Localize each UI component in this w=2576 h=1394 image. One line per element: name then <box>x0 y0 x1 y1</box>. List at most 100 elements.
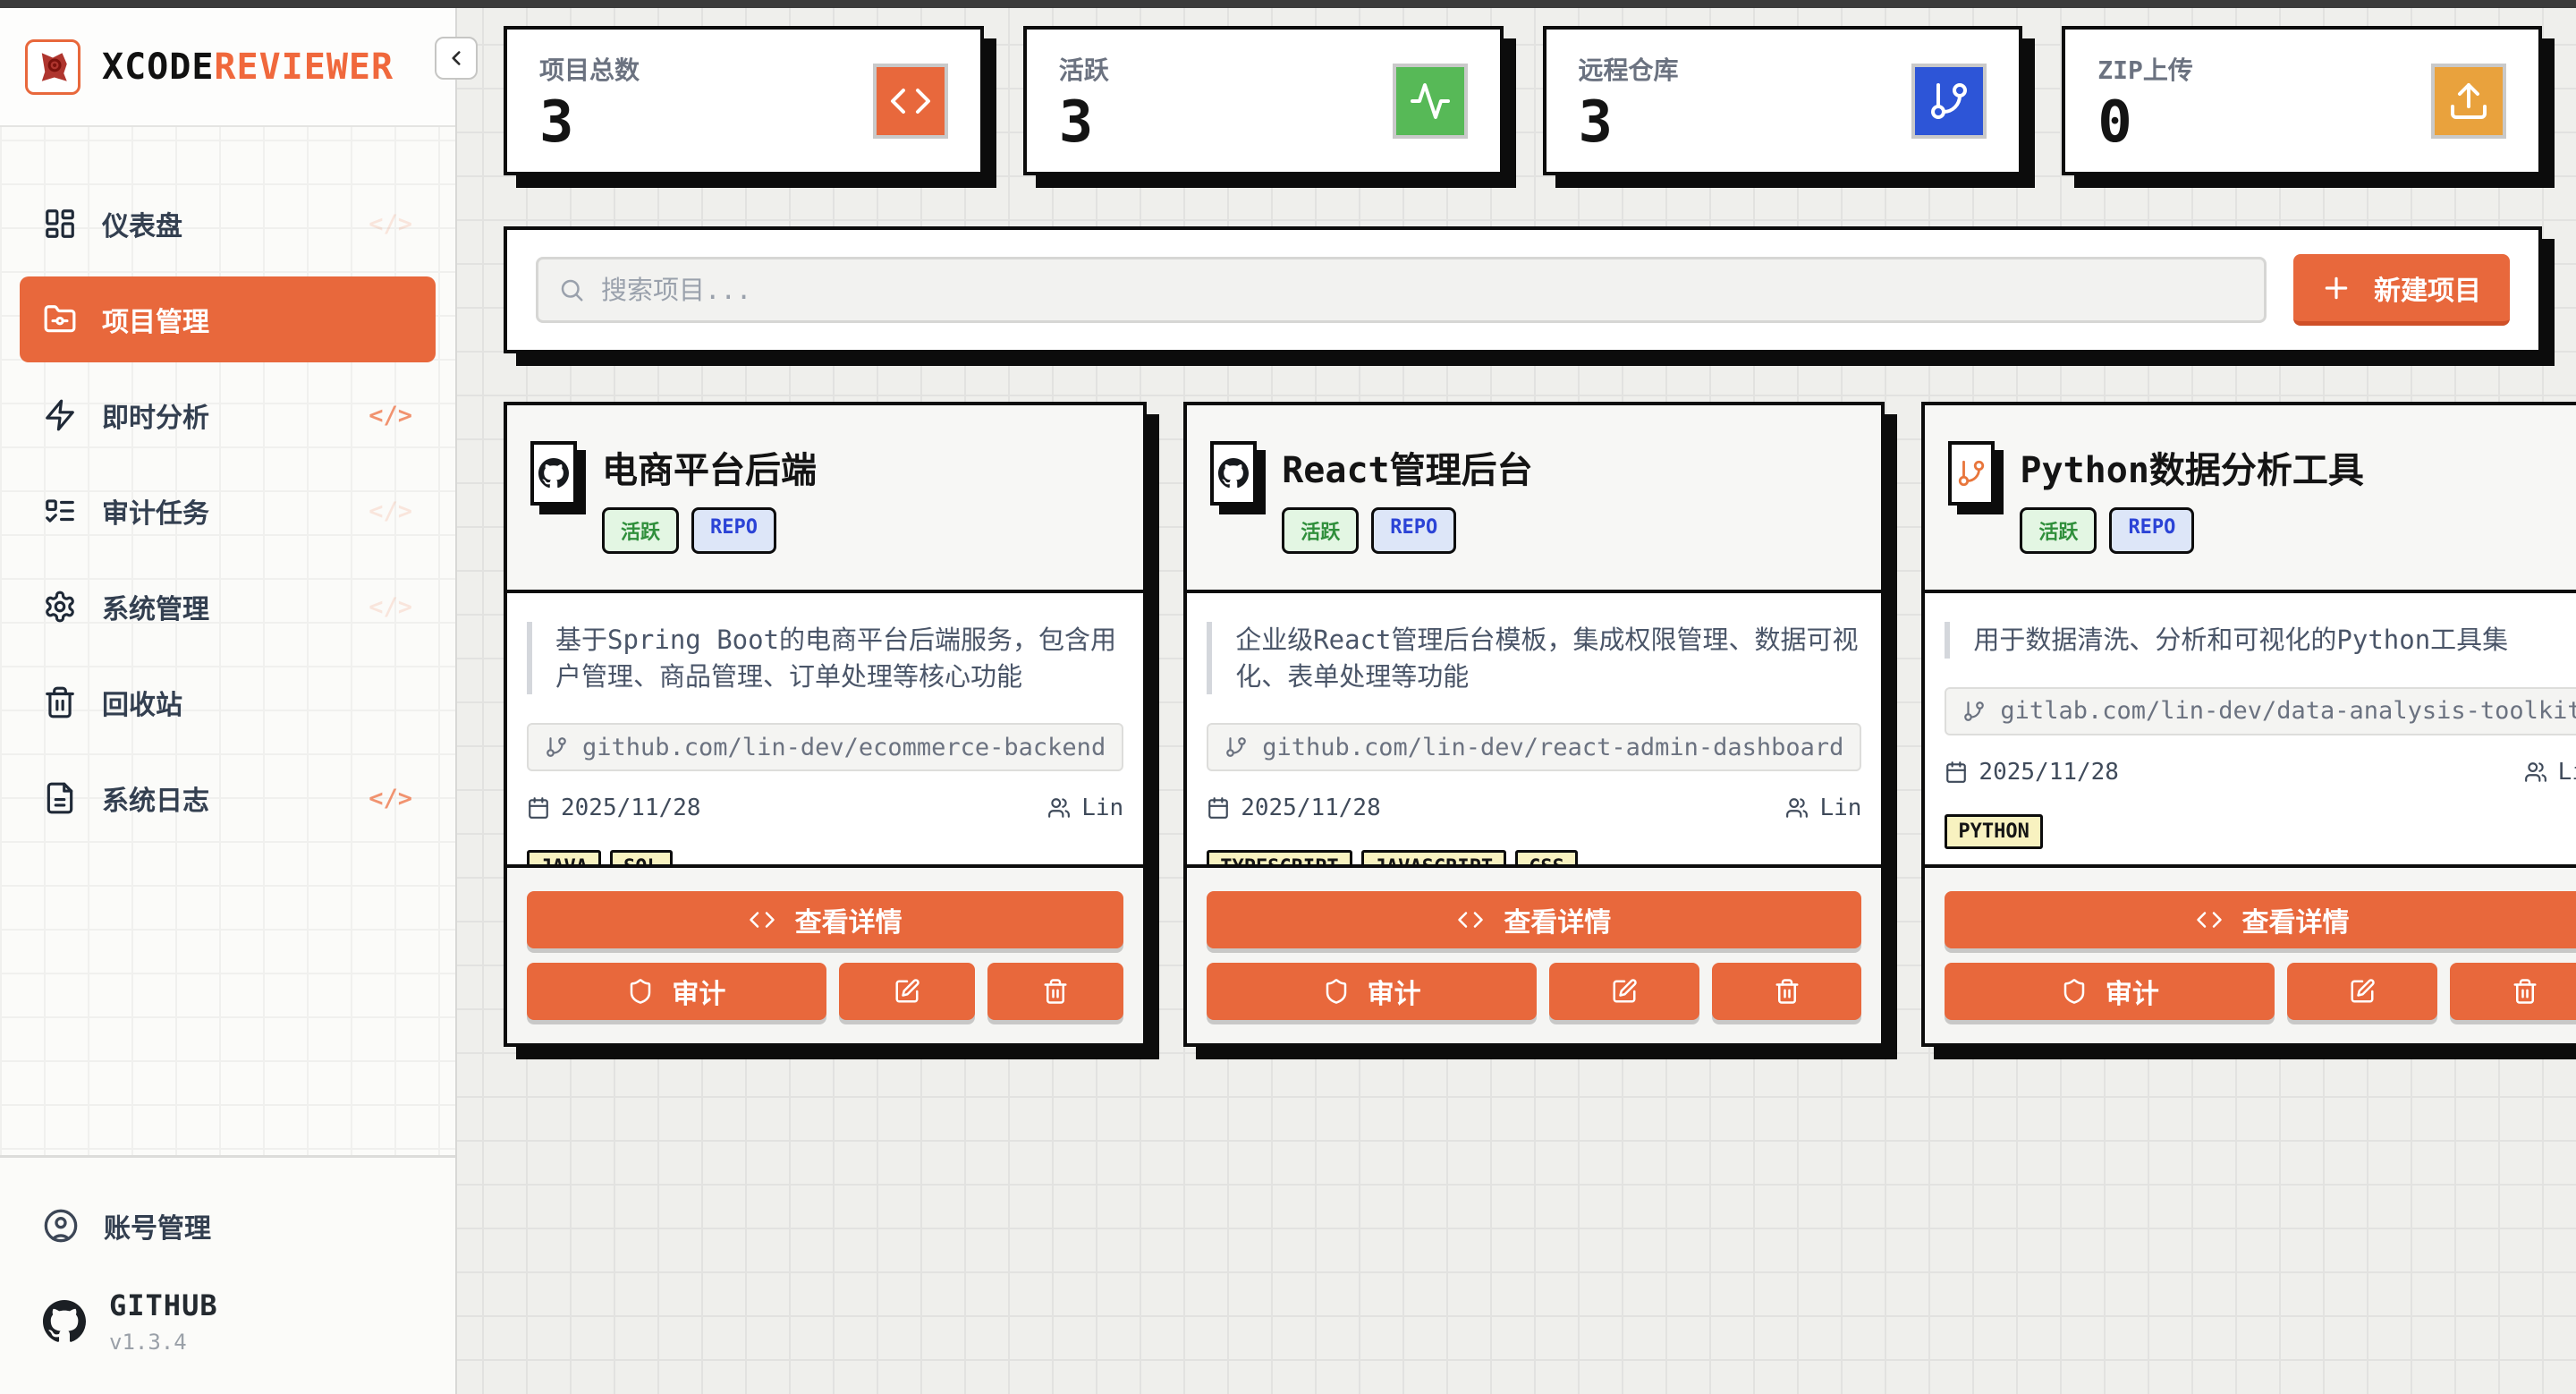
activity-icon <box>1393 64 1468 139</box>
brand-title: XCODEREVIEWER <box>102 47 394 88</box>
github-icon <box>43 1300 86 1343</box>
updated-date: 2025/11/28 <box>527 795 701 821</box>
stat-value: 3 <box>539 94 640 151</box>
view-details-button[interactable]: 查看详情 <box>1207 891 1861 948</box>
trash-icon <box>1042 978 1069 1005</box>
repo-url-box: github.com/lin-dev/react-admin-dashboard <box>1207 723 1861 771</box>
secondary-actions: 审计 <box>1945 963 2576 1020</box>
project-description: 基于Spring Boot的电商平台后端服务，包含用户管理、商品管理、订单处理等… <box>527 622 1123 694</box>
tag-row: PYTHON <box>1945 814 2576 849</box>
sidebar-footer: 账号管理 GITHUB v1.3.4 <box>0 1155 455 1394</box>
edit-icon <box>1611 978 1638 1005</box>
trash-icon <box>1774 978 1801 1005</box>
stat-value: 0 <box>2097 94 2193 151</box>
gear-icon <box>43 590 77 624</box>
sidebar-item-instant-analysis[interactable]: 即时分析 </> <box>20 372 436 458</box>
app-version: v1.3.4 <box>109 1330 218 1355</box>
stat-label: 活跃 <box>1059 51 1109 87</box>
trash-icon <box>2512 978 2538 1005</box>
edit-button[interactable] <box>1549 963 1699 1020</box>
project-card-header: 电商平台后端 活跃 REPO <box>507 405 1143 593</box>
project-card-grid: 电商平台后端 活跃 REPO 基于Spring Boot的电商平台后端服务，包含… <box>504 402 2542 1047</box>
sidebar-item-label: 系统日志 <box>102 778 209 818</box>
status-badge: 活跃 <box>602 507 679 554</box>
fox-origami-logo-icon <box>34 48 72 86</box>
audit-label: 审计 <box>1368 972 1421 1011</box>
sidebar-item-label: 系统管理 <box>102 587 209 626</box>
secondary-actions: 审计 <box>1207 963 1861 1020</box>
view-details-label: 查看详情 <box>1504 900 1611 939</box>
new-project-button[interactable]: 新建项目 <box>2293 254 2510 326</box>
stat-card-remote-repos: 远程仓库 3 <box>1543 26 2023 175</box>
project-card-body: 用于数据清洗、分析和可视化的Python工具集 gitlab.com/lin-d… <box>1925 593 2576 864</box>
sidebar-header: XCODEREVIEWER <box>0 8 455 127</box>
sidebar-item-dashboard[interactable]: 仪表盘 </> <box>20 181 436 267</box>
owner-name: Lin <box>1819 795 1861 821</box>
users-icon <box>1785 796 1809 820</box>
repo-url: gitlab.com/lin-dev/data-analysis-toolkit <box>2000 697 2576 725</box>
repo-url: github.com/lin-dev/ecommerce-backend <box>582 734 1106 761</box>
updated-date-value: 2025/11/28 <box>1241 795 1381 821</box>
code-icon <box>2196 906 2223 933</box>
status-badge: 活跃 <box>2020 507 2097 554</box>
edit-button[interactable] <box>839 963 975 1020</box>
sidebar-item-label: 即时分析 <box>102 395 209 435</box>
task-list-icon <box>43 494 77 528</box>
edit-icon <box>894 978 920 1005</box>
project-card-body: 企业级React管理后台模板，集成权限管理、数据可视化、表单处理等功能 gith… <box>1187 593 1881 864</box>
git-branch-icon <box>1948 441 1995 506</box>
badge-row: 活跃 REPO <box>602 507 817 554</box>
view-details-button[interactable]: 查看详情 <box>1945 891 2576 948</box>
repo-badge: REPO <box>691 507 776 554</box>
sidebar-item-label: 项目管理 <box>102 300 209 339</box>
sidebar-item-account[interactable]: 账号管理 <box>20 1188 436 1263</box>
language-tag: CSS <box>1515 850 1578 864</box>
view-details-button[interactable]: 查看详情 <box>527 891 1123 948</box>
code-icon <box>749 906 775 933</box>
view-details-label: 查看详情 <box>2242 900 2350 939</box>
app-page: XCODEREVIEWER 仪表盘 </> 项目管理 即时分析 </> 审计任务… <box>0 0 2576 1394</box>
code-icon <box>873 64 948 139</box>
project-card: Python数据分析工具 活跃 REPO 用于数据清洗、分析和可视化的Pytho… <box>1921 402 2576 1047</box>
project-card-footer: 查看详情 审计 <box>507 864 1143 1043</box>
sidebar-item-audit-tasks[interactable]: 审计任务 </> <box>20 468 436 554</box>
plus-icon <box>2322 274 2351 302</box>
audit-button[interactable]: 审计 <box>1945 963 2275 1020</box>
edit-button[interactable] <box>2287 963 2437 1020</box>
sidebar: XCODEREVIEWER 仪表盘 </> 项目管理 即时分析 </> 审计任务… <box>0 8 457 1394</box>
platform-version-block: GITHUB v1.3.4 <box>20 1283 436 1355</box>
platform-name: GITHUB <box>109 1288 218 1322</box>
git-branch-icon <box>1224 735 1248 759</box>
users-icon <box>2524 761 2547 784</box>
project-description: 企业级React管理后台模板，集成权限管理、数据可视化、表单处理等功能 <box>1207 622 1861 694</box>
github-icon <box>530 441 577 506</box>
project-card-header: Python数据分析工具 活跃 REPO <box>1925 405 2576 593</box>
search-box[interactable] <box>536 257 2267 323</box>
project-title: Python数据分析工具 <box>2020 441 2364 493</box>
file-text-icon <box>43 781 77 815</box>
sidebar-item-system-logs[interactable]: 系统日志 </> <box>20 755 436 841</box>
project-meta: 2025/11/28 Lin <box>527 795 1123 821</box>
code-marker-icon: </> <box>369 785 412 812</box>
sidebar-item-projects[interactable]: 项目管理 <box>20 276 436 362</box>
audit-button[interactable]: 审计 <box>527 963 826 1020</box>
sidebar-item-system-admin[interactable]: 系统管理 </> <box>20 564 436 650</box>
delete-button[interactable] <box>1712 963 1862 1020</box>
shield-icon <box>1323 978 1350 1005</box>
stat-label: ZIP上传 <box>2097 51 2193 87</box>
view-details-label: 查看详情 <box>795 900 902 939</box>
tag-row: JAVA SQL <box>527 850 1123 864</box>
sidebar-collapse-button[interactable] <box>435 37 478 80</box>
delete-button[interactable] <box>987 963 1123 1020</box>
delete-button[interactable] <box>2450 963 2576 1020</box>
user-circle-icon <box>43 1208 79 1244</box>
sidebar-nav: 仪表盘 </> 项目管理 即时分析 </> 审计任务 </> 系统管理 </> <box>0 127 455 841</box>
owner-name: Lin <box>1081 795 1123 821</box>
search-input[interactable] <box>601 275 2244 305</box>
project-card-body: 基于Spring Boot的电商平台后端服务，包含用户管理、商品管理、订单处理等… <box>507 593 1143 864</box>
audit-button[interactable]: 审计 <box>1207 963 1537 1020</box>
project-title: React管理后台 <box>1282 441 1532 493</box>
sidebar-item-recycle-bin[interactable]: 回收站 <box>20 659 436 745</box>
project-card-header: React管理后台 活跃 REPO <box>1187 405 1881 593</box>
stat-card-active: 活跃 3 <box>1023 26 1504 175</box>
